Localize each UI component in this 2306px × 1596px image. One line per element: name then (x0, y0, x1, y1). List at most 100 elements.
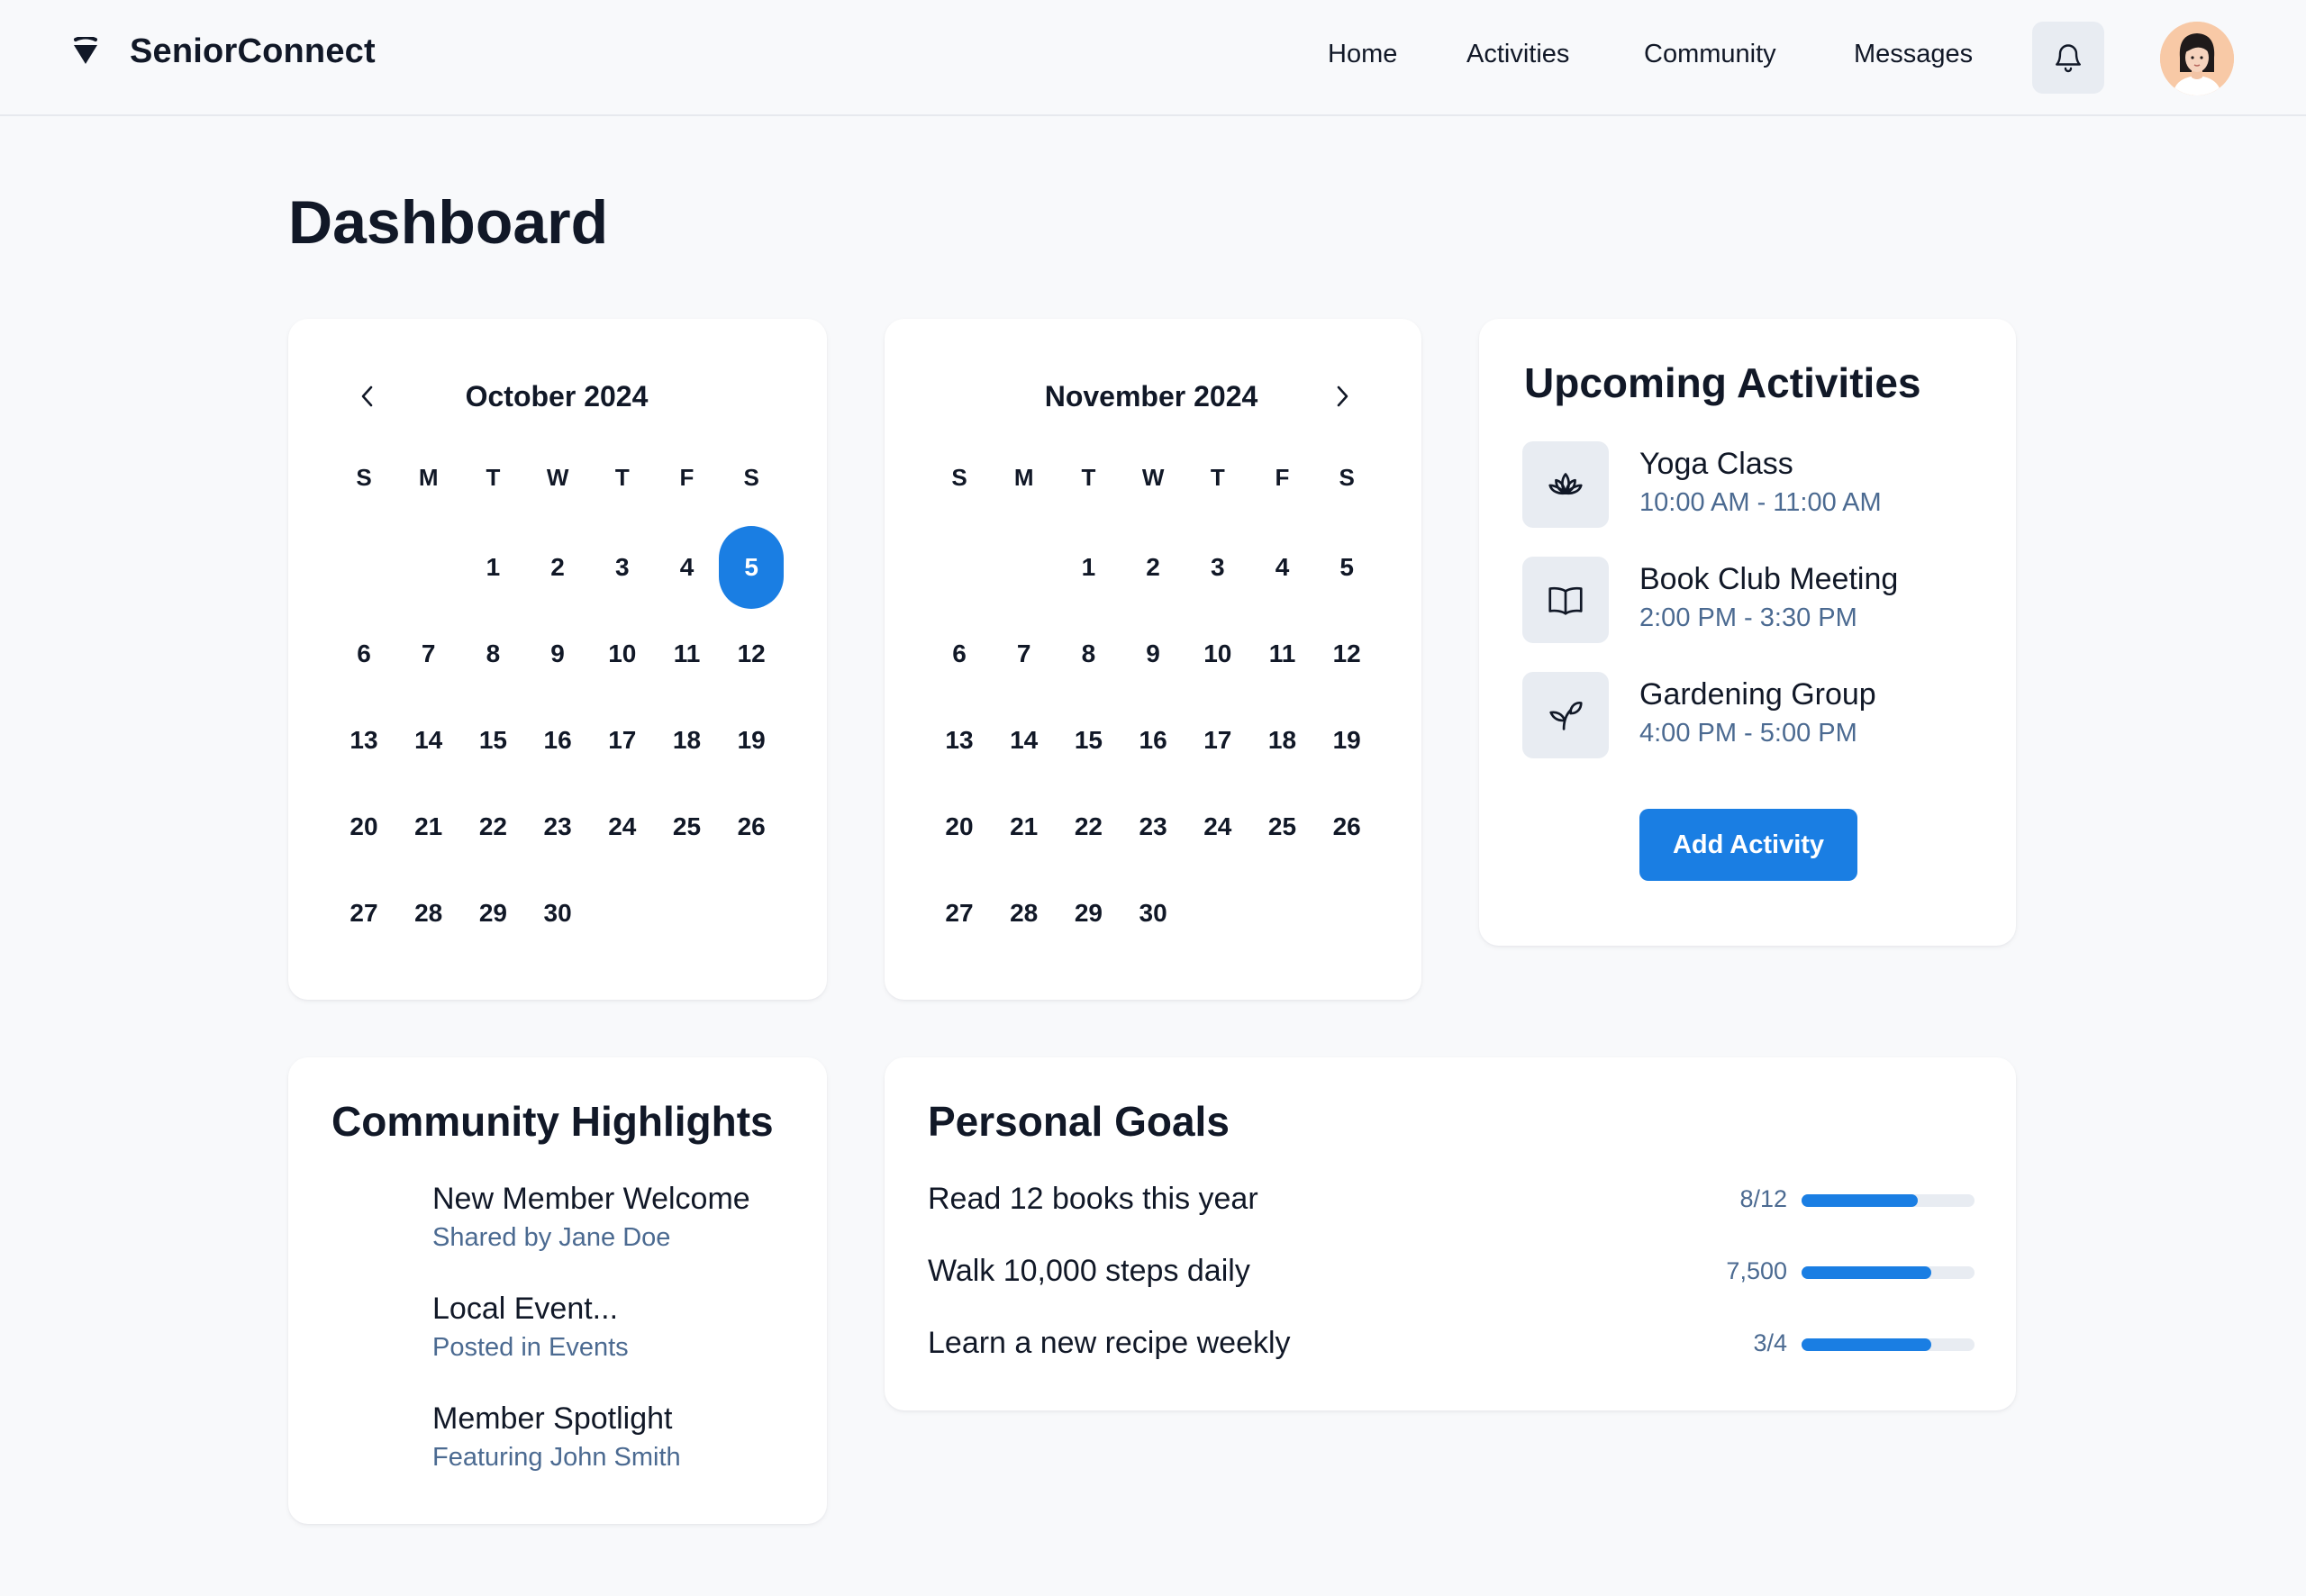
calendar-day[interactable]: 7 (396, 612, 461, 695)
weekday-header: T (1081, 463, 1096, 491)
calendar-day[interactable]: 13 (331, 699, 396, 782)
goal-progress-fill (1802, 1266, 1931, 1279)
calendar-day[interactable]: 5 (1314, 526, 1379, 609)
calendar-day[interactable]: 18 (1250, 699, 1315, 782)
notifications-button[interactable] (2032, 22, 2104, 94)
avatar[interactable] (2160, 22, 2234, 95)
book-icon (1522, 557, 1609, 643)
calendar-day[interactable]: 15 (460, 699, 525, 782)
weekday-header: S (951, 463, 967, 491)
calendar-day[interactable]: 7 (992, 612, 1057, 695)
calendar-day[interactable]: 6 (331, 612, 396, 695)
calendar-day[interactable]: 21 (992, 785, 1057, 868)
calendar-day[interactable]: 13 (927, 699, 992, 782)
activity-time: 10:00 AM - 11:00 AM (1639, 488, 1882, 517)
calendar-day[interactable]: 1 (1056, 526, 1121, 609)
goal-value: 3/4 (1753, 1329, 1787, 1356)
calendar-day[interactable]: 22 (460, 785, 525, 868)
calendar-day[interactable]: 2 (1121, 526, 1185, 609)
calendar-day[interactable]: 17 (1185, 699, 1250, 782)
calendar-day[interactable]: 26 (1314, 785, 1379, 868)
calendar-day[interactable]: 14 (396, 699, 461, 782)
nav-messages[interactable]: Messages (1854, 40, 1973, 69)
calendar-day[interactable]: 4 (655, 526, 720, 609)
goal-value: 7,500 (1726, 1257, 1787, 1284)
weekday-header: S (743, 463, 759, 491)
calendar-day[interactable]: 29 (1056, 872, 1121, 955)
nav-community[interactable]: Community (1644, 40, 1776, 69)
add-activity-button[interactable]: Add Activity (1639, 809, 1857, 881)
goal-value: 8/12 (1739, 1185, 1787, 1212)
weekday-header: F (679, 463, 695, 491)
bell-icon (2056, 44, 2081, 73)
calendar-day[interactable]: 30 (1121, 872, 1185, 955)
calendar-day[interactable]: 25 (655, 785, 720, 868)
calendar-day[interactable]: 17 (590, 699, 655, 782)
calendar-day[interactable]: 18 (655, 699, 720, 782)
nav-home[interactable]: Home (1328, 40, 1397, 69)
highlight-subtitle: Featuring John Smith (432, 1443, 681, 1472)
personal-goals-title: Personal Goals (928, 1098, 1230, 1145)
calendar-day[interactable]: 10 (1185, 612, 1250, 695)
highlight-title[interactable]: Local Event... (432, 1292, 618, 1327)
main-nav: Home Activities Community Messages (0, 40, 2306, 76)
calendar-day[interactable]: 30 (525, 872, 590, 955)
calendar-day[interactable]: 27 (927, 872, 992, 955)
calendar-day[interactable]: 14 (992, 699, 1057, 782)
activity-name[interactable]: Gardening Group (1639, 677, 1876, 712)
calendar-day[interactable]: 25 (1250, 785, 1315, 868)
calendar-day[interactable]: 19 (1314, 699, 1379, 782)
goal-progress-fill (1802, 1338, 1931, 1351)
calendar-day[interactable]: 24 (590, 785, 655, 868)
calendar-day[interactable]: 10 (590, 612, 655, 695)
calendar-day[interactable]: 23 (525, 785, 590, 868)
prev-month-button[interactable] (350, 378, 386, 414)
calendar-day[interactable]: 6 (927, 612, 992, 695)
highlight-subtitle: Shared by Jane Doe (432, 1223, 671, 1252)
activity-name[interactable]: Book Club Meeting (1639, 562, 1898, 597)
calendar-day[interactable]: 8 (460, 612, 525, 695)
calendar-day[interactable]: 9 (1121, 612, 1185, 695)
calendar-day[interactable]: 26 (719, 785, 784, 868)
next-month-button[interactable] (1324, 378, 1360, 414)
calendar-day[interactable]: 22 (1056, 785, 1121, 868)
calendar-day[interactable]: 21 (396, 785, 461, 868)
calendar-day[interactable]: 15 (1056, 699, 1121, 782)
calendar-day[interactable]: 29 (460, 872, 525, 955)
calendar-day[interactable]: 16 (525, 699, 590, 782)
calendar-day[interactable]: 28 (396, 872, 461, 955)
calendar-day[interactable]: 2 (525, 526, 590, 609)
top-bar: SeniorConnect Home Activities Community … (0, 0, 2306, 116)
highlight-title[interactable]: Member Spotlight (432, 1401, 672, 1437)
calendar-day[interactable]: 11 (1250, 612, 1315, 695)
calendar-day[interactable]: 20 (331, 785, 396, 868)
calendar-day-selected[interactable]: 5 (719, 526, 785, 609)
goal-progress-bar (1802, 1338, 1975, 1351)
goal-label: Read 12 books this year (928, 1182, 1258, 1216)
highlight-subtitle: Posted in Events (432, 1333, 629, 1362)
calendar-day[interactable]: 19 (719, 699, 784, 782)
weekday-header: S (356, 463, 372, 491)
calendar-day[interactable]: 3 (590, 526, 655, 609)
calendar-day[interactable]: 8 (1056, 612, 1121, 695)
calendar-month-title: November 2024 (1044, 380, 1258, 413)
calendar-day[interactable]: 27 (331, 872, 396, 955)
highlight-title[interactable]: New Member Welcome (432, 1182, 750, 1217)
calendar-month-title: October 2024 (465, 380, 649, 413)
goal-progress-bar (1802, 1194, 1975, 1207)
calendar-day[interactable]: 16 (1121, 699, 1185, 782)
calendar-day[interactable]: 1 (460, 526, 525, 609)
calendar-day[interactable]: 11 (655, 612, 720, 695)
calendar-day[interactable]: 28 (992, 872, 1057, 955)
nav-activities[interactable]: Activities (1466, 40, 1569, 69)
calendar-day[interactable]: 12 (1314, 612, 1379, 695)
calendar-day[interactable]: 20 (927, 785, 992, 868)
calendar-day[interactable]: 23 (1121, 785, 1185, 868)
calendar-day[interactable]: 24 (1185, 785, 1250, 868)
calendar-day[interactable]: 9 (525, 612, 590, 695)
calendar-day[interactable]: 12 (719, 612, 784, 695)
calendar-day[interactable]: 4 (1250, 526, 1315, 609)
community-highlights-title: Community Highlights (331, 1098, 774, 1145)
calendar-day[interactable]: 3 (1185, 526, 1250, 609)
activity-name[interactable]: Yoga Class (1639, 447, 1793, 482)
